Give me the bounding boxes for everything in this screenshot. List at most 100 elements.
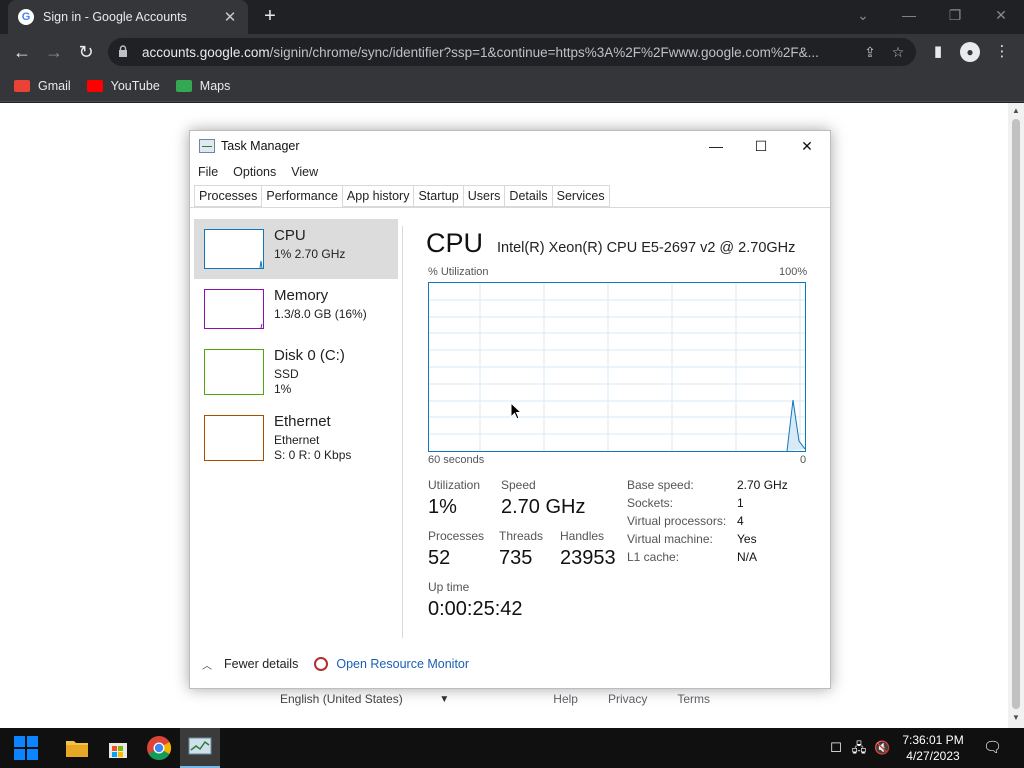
tab-processes[interactable]: Processes — [194, 185, 263, 207]
panel-divider — [402, 226, 403, 638]
tm-menu-bar: File Options View — [190, 161, 333, 183]
menu-options[interactable]: Options — [233, 165, 276, 179]
browser-toolbar: ← → ↻ accounts.google.com/signin/chrome/… — [0, 34, 1024, 70]
url-text: accounts.google.com/signin/chrome/sync/i… — [142, 45, 850, 60]
browser-tab[interactable]: G Sign in - Google Accounts ✕ — [8, 0, 248, 34]
scroll-down-arrow-icon[interactable]: ▼ — [1008, 713, 1024, 722]
network-icon[interactable]: 🖧 — [851, 740, 867, 756]
disk-thumbnail-graph — [204, 349, 264, 395]
bookmark-gmail[interactable]: Gmail — [14, 79, 71, 93]
address-bar[interactable]: accounts.google.com/signin/chrome/sync/i… — [108, 38, 916, 66]
scrollbar-thumb[interactable] — [1012, 119, 1020, 709]
resource-sub: SSD — [274, 367, 299, 381]
tm-tabs: Processes Performance App history Startu… — [194, 185, 610, 208]
resource-name: Memory — [274, 287, 329, 304]
scroll-up-arrow-icon[interactable]: ▲ — [1008, 106, 1024, 115]
reload-icon[interactable]: ↻ — [74, 40, 98, 64]
store-taskbar-button[interactable] — [98, 728, 138, 768]
virtual-machine-value: Yes — [737, 532, 757, 546]
bookmark-maps[interactable]: Maps — [175, 79, 230, 93]
tab-details[interactable]: Details — [505, 185, 553, 207]
start-button[interactable] — [6, 728, 46, 768]
system-clock[interactable]: 7:36:01 PM 4/27/2023 — [896, 732, 970, 764]
back-icon[interactable]: ← — [10, 40, 34, 64]
task-manager-window: Task Manager — ☐ ✕ File Options View Pro… — [189, 130, 831, 689]
fewer-details-button[interactable]: Fewer details — [224, 657, 298, 671]
tab-app-history[interactable]: App history — [342, 185, 415, 207]
chrome-taskbar-button[interactable] — [139, 728, 179, 768]
cpu-utilization-graph — [428, 282, 806, 452]
clock-date: 4/27/2023 — [906, 749, 960, 763]
new-tab-button[interactable]: + — [258, 5, 282, 29]
menu-kebab-icon[interactable]: ⋮ — [992, 42, 1012, 62]
tab-users[interactable]: Users — [463, 185, 506, 207]
action-center-icon[interactable]: 🗨 — [983, 740, 1002, 756]
chevron-up-icon[interactable]: ︿ — [202, 657, 214, 672]
resource-name: Disk 0 (C:) — [274, 347, 345, 364]
terms-link[interactable]: Terms — [677, 692, 710, 706]
language-dropdown-icon[interactable]: ▼ — [439, 694, 449, 705]
bookmark-star-icon[interactable]: ☆ — [890, 44, 906, 61]
utilization-axis-label: % Utilization — [428, 266, 489, 278]
privacy-link[interactable]: Privacy — [608, 692, 647, 706]
bookmark-youtube[interactable]: YouTube — [86, 79, 160, 93]
share-icon[interactable]: ⇪ — [862, 44, 878, 61]
utilization-label: Utilization — [428, 478, 481, 492]
tm-close-button[interactable]: ✕ — [784, 133, 830, 159]
minimize-button[interactable]: — — [886, 4, 932, 28]
notification-area-icon[interactable]: ☐ — [828, 740, 844, 756]
clock-time: 7:36:01 PM — [902, 733, 964, 747]
page-scrollbar[interactable]: ▲ ▼ — [1008, 103, 1024, 728]
restore-button[interactable]: ❐ — [932, 4, 978, 28]
profile-avatar-icon[interactable]: ● — [960, 42, 980, 62]
store-icon — [109, 743, 127, 758]
speed-value: 2.70 GHz — [501, 496, 586, 518]
lock-icon[interactable] — [118, 45, 130, 59]
task-manager-taskbar-icon — [188, 737, 212, 755]
maps-icon — [175, 79, 192, 92]
graph-zero-label: 0 — [800, 454, 807, 466]
language-select[interactable]: English (United States) — [280, 692, 439, 706]
resource-disk[interactable]: Disk 0 (C:) SSD 1% — [194, 339, 398, 405]
side-panel-icon[interactable]: ▮ — [928, 42, 948, 62]
tab-close-icon[interactable]: ✕ — [222, 8, 238, 26]
menu-view[interactable]: View — [291, 165, 318, 179]
handles-value: 23953 — [560, 547, 616, 569]
task-manager-taskbar-button[interactable] — [180, 728, 220, 768]
resource-cpu[interactable]: CPU 1% 2.70 GHz — [194, 219, 398, 279]
tm-footer: ︿ Fewer details Open Resource Monitor — [190, 651, 830, 677]
help-link[interactable]: Help — [553, 692, 578, 706]
chrome-icon — [147, 736, 172, 760]
folder-icon — [66, 741, 88, 757]
sockets-value: 1 — [737, 496, 744, 510]
resource-sub: 1.3/8.0 GB (16%) — [274, 307, 367, 321]
close-window-button[interactable]: ✕ — [978, 4, 1024, 28]
menu-file[interactable]: File — [198, 165, 218, 179]
tab-startup[interactable]: Startup — [414, 185, 464, 207]
file-explorer-taskbar-button[interactable] — [57, 728, 97, 768]
url-path: /signin/chrome/sync/identifier?ssp=1&con… — [269, 44, 819, 60]
gmail-icon — [14, 79, 30, 92]
resource-ethernet[interactable]: Ethernet Ethernet S: 0 R: 0 Kbps — [194, 405, 398, 465]
virtual-machine-key: Virtual machine: — [627, 532, 713, 546]
tab-performance[interactable]: Performance — [262, 185, 343, 208]
volume-muted-icon[interactable]: 🔇 — [874, 740, 890, 756]
resource-sub: 1% — [274, 382, 292, 396]
cpu-graph-svg — [429, 283, 806, 452]
browser-tab-strip: G Sign in - Google Accounts ✕ + ⌄ — ❐ ✕ — [0, 0, 1024, 34]
threads-label: Threads — [499, 529, 544, 543]
handles-label: Handles — [560, 529, 605, 543]
resource-name: Ethernet — [274, 413, 331, 430]
cpu-heading: CPU — [426, 228, 484, 258]
tab-services[interactable]: Services — [552, 185, 610, 207]
forward-icon[interactable]: → — [42, 40, 66, 64]
tm-maximize-button[interactable]: ☐ — [738, 133, 784, 159]
base-speed-key: Base speed: — [627, 478, 694, 492]
open-resource-monitor-link[interactable]: Open Resource Monitor — [336, 657, 469, 671]
base-speed-value: 2.70 GHz — [737, 478, 788, 492]
virtual-processors-value: 4 — [737, 514, 744, 528]
tab-search-icon[interactable]: ⌄ — [840, 4, 886, 28]
resource-memory[interactable]: Memory 1.3/8.0 GB (16%) — [194, 279, 398, 339]
resource-monitor-icon[interactable] — [314, 657, 329, 671]
tm-minimize-button[interactable]: — — [693, 133, 739, 159]
